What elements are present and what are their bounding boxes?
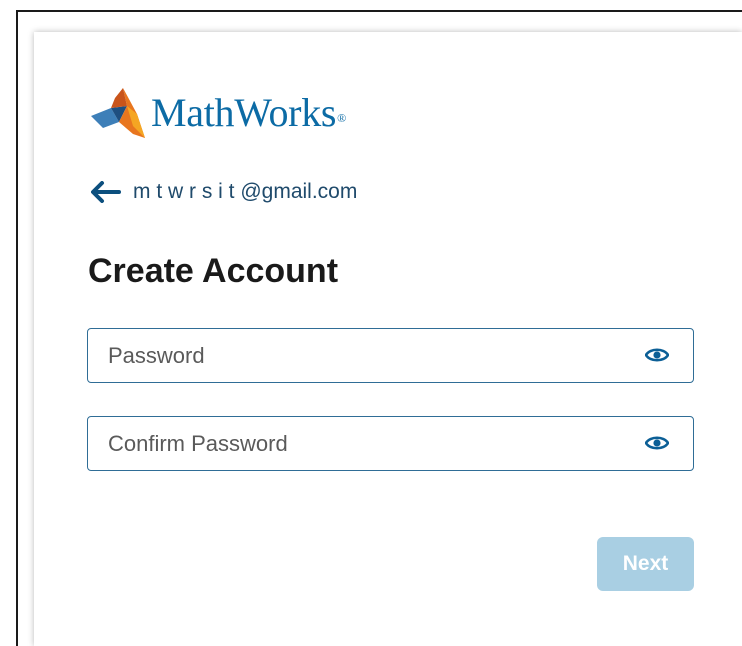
- registered-mark: ®: [337, 110, 347, 125]
- confirm-password-input[interactable]: [88, 417, 628, 470]
- mathworks-logo: MathWorks ®: [89, 86, 346, 140]
- password-input[interactable]: [88, 329, 628, 382]
- back-to-email-link[interactable]: m t w r s i t @gmail.com: [91, 180, 357, 204]
- membrane-logo-icon: [91, 88, 145, 138]
- confirm-password-field: [87, 416, 694, 471]
- account-email: m t w r s i t @gmail.com: [133, 180, 358, 203]
- arrow-left-icon: [91, 181, 121, 203]
- page-title: Create Account: [88, 252, 339, 290]
- eye-icon[interactable]: [645, 345, 669, 365]
- eye-icon[interactable]: [645, 433, 669, 453]
- next-button[interactable]: Next: [597, 537, 694, 591]
- brand-name: MathWorks: [151, 90, 337, 135]
- password-field: [87, 328, 694, 383]
